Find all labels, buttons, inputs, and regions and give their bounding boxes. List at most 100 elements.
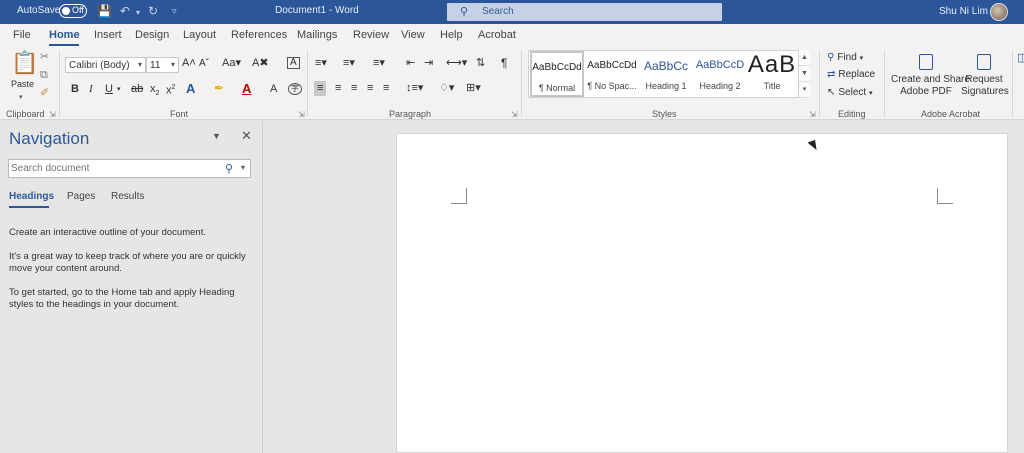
style-title[interactable]: AaB Title	[745, 51, 799, 97]
change-case-icon[interactable]: Aa▾	[222, 58, 241, 69]
nav-tab-indicator	[9, 206, 49, 208]
italic-icon[interactable]: I	[89, 84, 93, 95]
tab-view[interactable]: View	[401, 29, 425, 41]
toggle-knob	[62, 7, 70, 15]
search-icon[interactable]: ⚲	[225, 162, 233, 175]
more-styles-icon[interactable]: ▾	[799, 82, 810, 98]
style-name: Heading 2	[699, 81, 741, 91]
align-right-icon[interactable]: ≡	[351, 83, 357, 94]
style-heading-2[interactable]: AaBbCcD Heading 2	[693, 51, 747, 97]
style-heading-1[interactable]: AaBbCc Heading 1	[639, 51, 693, 97]
align-center-icon[interactable]: ≡	[335, 83, 341, 94]
tab-home[interactable]: Home	[49, 29, 80, 41]
nav-tab-pages[interactable]: Pages	[67, 191, 95, 202]
redo-icon[interactable]: ↻	[148, 4, 158, 18]
text-effects-icon[interactable]: A	[186, 82, 195, 95]
save-icon[interactable]: 💾	[97, 4, 112, 18]
search-options-icon[interactable]: ▾	[241, 163, 245, 172]
navigation-title: Navigation	[9, 129, 90, 148]
group-separator	[59, 50, 60, 116]
navigation-pane: Navigation ▼ ✕ ⚲ ▾ Headings Pages Result…	[0, 121, 263, 453]
search-icon: ⚲	[460, 6, 469, 18]
increase-indent-icon[interactable]: ⇥	[424, 58, 433, 69]
asian-layout-icon[interactable]: ⟷▾	[446, 58, 467, 69]
tab-references[interactable]: References	[231, 29, 287, 41]
underline-dropdown-icon[interactable]: ▾	[117, 86, 121, 93]
paragraph-launcher-icon[interactable]: ⇲	[511, 110, 518, 119]
chevron-down-icon: ▾	[868, 90, 873, 97]
character-shading-icon[interactable]: A	[270, 84, 277, 95]
borders-icon[interactable]: ⊞▾	[466, 83, 481, 94]
highlight-icon[interactable]: ✒	[214, 82, 224, 94]
customize-qat-icon[interactable]: ▿	[172, 6, 177, 17]
tab-layout[interactable]: Layout	[183, 29, 216, 41]
show-formatting-icon[interactable]: ¶	[501, 57, 507, 69]
close-icon[interactable]: ✕	[241, 128, 252, 144]
font-size-dropdown[interactable]: 11 ▾	[146, 57, 179, 73]
paste-label[interactable]: Paste	[11, 80, 34, 89]
bullets-icon[interactable]: ≡▾	[315, 58, 327, 69]
chevron-down-icon[interactable]: ▼	[212, 131, 221, 141]
grow-font-icon[interactable]: A˄	[182, 58, 196, 69]
tab-acrobat[interactable]: Acrobat	[478, 29, 516, 41]
shading-icon[interactable]: ♢▾	[439, 83, 454, 94]
select-label: Select	[838, 87, 867, 98]
cut-icon[interactable]: ✂	[40, 52, 49, 63]
tab-insert[interactable]: Insert	[94, 29, 122, 41]
tab-review[interactable]: Review	[353, 29, 389, 41]
avatar[interactable]	[990, 3, 1008, 21]
distributed-icon[interactable]: ≡	[383, 83, 389, 94]
font-color-icon[interactable]: A	[242, 82, 251, 95]
font-name-dropdown[interactable]: Calibri (Body) ▾	[65, 57, 146, 73]
bold-icon[interactable]: B	[71, 84, 79, 95]
styles-group-label: Styles	[652, 109, 677, 119]
styles-launcher-icon[interactable]: ⇲	[809, 110, 816, 119]
align-left-icon[interactable]: ≡	[314, 81, 327, 96]
clipboard-launcher-icon[interactable]: ⇲	[49, 110, 56, 119]
multilevel-list-icon[interactable]: ≡▾	[373, 58, 385, 69]
tab-design[interactable]: Design	[135, 29, 169, 41]
more-ribbon-icon[interactable]: ◫	[1017, 53, 1024, 64]
autosave-toggle[interactable]: Off	[59, 4, 87, 18]
decrease-indent-icon[interactable]: ⇤	[406, 58, 415, 69]
user-name[interactable]: Shu Ni Lim	[939, 6, 988, 17]
shrink-font-icon[interactable]: Aˇ	[199, 59, 209, 69]
style-preview: AaBbCcDd	[532, 62, 582, 73]
underline-icon[interactable]: U	[105, 84, 113, 95]
scroll-up-icon[interactable]: ▲	[799, 50, 810, 66]
undo-dropdown-icon[interactable]: ▾	[136, 8, 140, 17]
nav-tab-headings[interactable]: Headings	[9, 191, 54, 202]
line-spacing-icon[interactable]: ↕≡▾	[406, 83, 423, 94]
scroll-down-icon[interactable]: ▼	[799, 66, 810, 82]
document-page[interactable]	[396, 133, 1008, 453]
justify-icon[interactable]: ≡	[367, 83, 373, 94]
tab-help[interactable]: Help	[440, 29, 463, 41]
nav-tab-results[interactable]: Results	[111, 191, 144, 202]
tab-file[interactable]: File	[13, 29, 31, 41]
strikethrough-icon[interactable]: ab	[131, 84, 143, 95]
style-no-spacing[interactable]: AaBbCcDd ¶ No Spac...	[585, 51, 639, 97]
search-document-input[interactable]	[11, 161, 216, 176]
undo-icon[interactable]: ↶	[120, 4, 130, 18]
numbering-icon[interactable]: ≡▾	[343, 58, 355, 69]
format-painter-icon[interactable]: ✐	[40, 88, 49, 99]
subscript-icon[interactable]: x2	[150, 83, 159, 97]
replace-button[interactable]: ⇄ Replace	[827, 69, 875, 80]
paste-dropdown-icon[interactable]: ▾	[19, 94, 23, 101]
clear-formatting-icon[interactable]: A✖	[252, 58, 269, 69]
style-name: Title	[763, 81, 781, 91]
find-button[interactable]: ⚲ Find ▾	[827, 52, 863, 63]
superscript-icon[interactable]: x2	[166, 84, 175, 97]
request-signatures-button[interactable]: Request Signatures	[961, 54, 1009, 98]
character-border-icon[interactable]: A	[287, 57, 300, 69]
paste-icon[interactable]: 📋	[11, 52, 38, 74]
font-launcher-icon[interactable]: ⇲	[298, 110, 305, 119]
create-share-pdf-button[interactable]: Create and Share Adobe PDF	[891, 54, 970, 98]
copy-icon[interactable]: ⧉	[40, 70, 48, 81]
tab-mailings[interactable]: Mailings	[297, 29, 337, 41]
sort-icon[interactable]: ⇅	[476, 58, 485, 69]
enclose-characters-icon[interactable]: 字	[288, 83, 302, 95]
title-search-box[interactable]: ⚲ Search	[447, 3, 722, 21]
select-button[interactable]: ↖ Select ▾	[827, 87, 872, 98]
style-normal[interactable]: AaBbCcDd ¶ Normal	[530, 51, 584, 97]
